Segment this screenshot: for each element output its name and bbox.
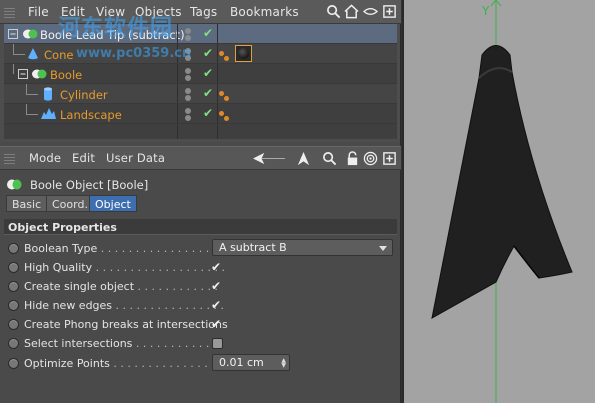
3d-viewport[interactable]: Y (402, 0, 595, 403)
y-axis-label: Y (482, 4, 490, 18)
object-label: Boole (50, 68, 83, 82)
watermark-url: www.pc0359.cn (76, 46, 192, 61)
target-icon[interactable] (363, 151, 378, 166)
enabled-check-icon[interactable]: ✔ (203, 86, 213, 100)
landscape-object-icon (41, 108, 56, 119)
prop-label: Optimize Points . . . . . . . . . . . . … (24, 357, 215, 370)
prop-optimize-points: Optimize Points . . . . . . . . . . . . … (4, 354, 397, 374)
prop-phong-breaks: Create Phong breaks at intersections ✔ (4, 316, 397, 335)
panel-grip-icon[interactable] (4, 153, 15, 164)
dropdown-value: A subtract B (219, 241, 287, 254)
enabled-check-icon[interactable]: ✔ (203, 66, 213, 80)
field-value: 0.01 cm (219, 356, 264, 369)
object-label: Landscape (60, 108, 122, 122)
enabled-check-icon[interactable]: ✔ (203, 26, 213, 40)
prop-label: Select intersections . . . . . . . . . .… (24, 337, 224, 350)
object-row-landscape[interactable]: Landscape ✔ (4, 104, 397, 124)
menu-user-data[interactable]: User Data (106, 151, 165, 165)
prop-label: Create Phong breaks at intersections (24, 318, 228, 331)
render-visibility-dot[interactable] (185, 35, 191, 41)
home-icon[interactable] (344, 4, 359, 19)
animation-keyframe-radio[interactable] (8, 300, 19, 311)
cylinder-object-icon (44, 87, 52, 101)
boolean-type-dropdown[interactable]: A subtract B (212, 239, 393, 256)
panel-grip-icon[interactable] (4, 7, 15, 18)
new-panel-icon[interactable] (382, 151, 397, 166)
object-tree-empty-space (4, 124, 397, 139)
editor-visibility-dot[interactable] (185, 28, 191, 34)
menu-bookmarks[interactable]: Bookmarks (230, 5, 299, 19)
search-icon[interactable] (326, 4, 341, 19)
high-quality-checkbox[interactable]: ✔ (211, 260, 221, 274)
object-label: Cylinder (60, 88, 108, 102)
phong-breaks-checkbox[interactable]: ✔ (211, 317, 221, 331)
menu-tags[interactable]: Tags (190, 5, 217, 19)
prop-select-intersections: Select intersections . . . . . . . . . .… (4, 335, 397, 354)
attribute-title: Boole Object [Boole] (30, 178, 149, 192)
tab-basic[interactable]: Basic (6, 195, 48, 212)
prop-label: Create single object . . . . . . . . . .… (24, 280, 218, 293)
attribute-manager: Mode Edit User Data Boole Object [Boole]… (0, 142, 401, 403)
boole-object-icon (32, 69, 47, 79)
animation-keyframe-radio[interactable] (8, 358, 19, 369)
render-visibility-dot[interactable] (185, 95, 191, 101)
object-row-boole[interactable]: Boole ✔ (4, 64, 397, 84)
stepper-arrows-icon[interactable]: ▲ ▼ (281, 358, 286, 369)
prop-label: High Quality . . . . . . . . . . . . . .… (24, 261, 225, 274)
animation-keyframe-radio[interactable] (8, 243, 19, 254)
cursor-arrow-icon[interactable] (296, 151, 311, 166)
object-row-cylinder[interactable]: Cylinder ✔ (4, 84, 397, 104)
animation-keyframe-radio[interactable] (8, 281, 19, 292)
section-header: Object Properties (4, 219, 397, 235)
enabled-check-icon[interactable]: ✔ (203, 46, 213, 60)
editor-visibility-dot[interactable] (185, 68, 191, 74)
animation-keyframe-radio[interactable] (8, 319, 19, 330)
select-intersections-checkbox[interactable] (212, 338, 223, 349)
back-arrow-icon[interactable] (250, 151, 288, 166)
boole-mesh-shape (431, 45, 573, 319)
prop-hide-new-edges: Hide new edges . . . . . . . . . . . . .… (4, 297, 397, 316)
attribute-manager-menubar: Mode Edit User Data (0, 146, 401, 170)
cone-object-icon (28, 48, 38, 60)
prop-label: Boolean Type . . . . . . . . . . . . . .… (24, 242, 210, 255)
menu-edit[interactable]: Edit (72, 151, 95, 165)
optimize-points-input[interactable]: 0.01 cm ▲ ▼ (212, 354, 290, 371)
prop-boolean-type: Boolean Type . . . . . . . . . . . . . .… (4, 239, 397, 259)
tab-coord[interactable]: Coord. (46, 195, 94, 212)
collapse-icon[interactable] (8, 29, 18, 39)
object-row-cone[interactable]: Cone ✔ (4, 44, 397, 64)
material-tag-icon[interactable] (235, 45, 252, 62)
prop-label: Hide new edges . . . . . . . . . . . . .… (24, 299, 224, 312)
viewport-canvas[interactable] (404, 0, 595, 403)
animation-keyframe-radio[interactable] (8, 338, 19, 349)
section-title: Object Properties (8, 221, 117, 234)
boole-object-icon (7, 179, 22, 190)
view-eye-icon[interactable] (363, 4, 378, 19)
create-single-object-checkbox[interactable]: ✔ (211, 279, 221, 293)
menu-mode[interactable]: Mode (29, 151, 61, 165)
object-label: Cone (44, 48, 74, 62)
prop-high-quality: High Quality . . . . . . . . . . . . . .… (4, 259, 397, 278)
tab-object[interactable]: Object (89, 195, 137, 212)
new-panel-icon[interactable] (382, 4, 397, 19)
search-icon[interactable] (322, 151, 337, 166)
lock-icon[interactable] (345, 151, 360, 166)
chevron-down-icon (379, 246, 387, 251)
animation-keyframe-radio[interactable] (8, 262, 19, 273)
editor-visibility-dot[interactable] (185, 88, 191, 94)
watermark-logo: 河东软件园 (58, 16, 174, 41)
render-visibility-dot[interactable] (185, 75, 191, 81)
editor-visibility-dot[interactable] (185, 108, 191, 114)
enabled-check-icon[interactable]: ✔ (203, 106, 213, 120)
hide-new-edges-checkbox[interactable]: ✔ (211, 298, 221, 312)
prop-create-single-object: Create single object . . . . . . . . . .… (4, 278, 397, 297)
render-visibility-dot[interactable] (185, 115, 191, 121)
collapse-icon[interactable] (18, 69, 28, 79)
menu-file[interactable]: File (28, 5, 49, 19)
boole-object-icon (23, 29, 38, 39)
